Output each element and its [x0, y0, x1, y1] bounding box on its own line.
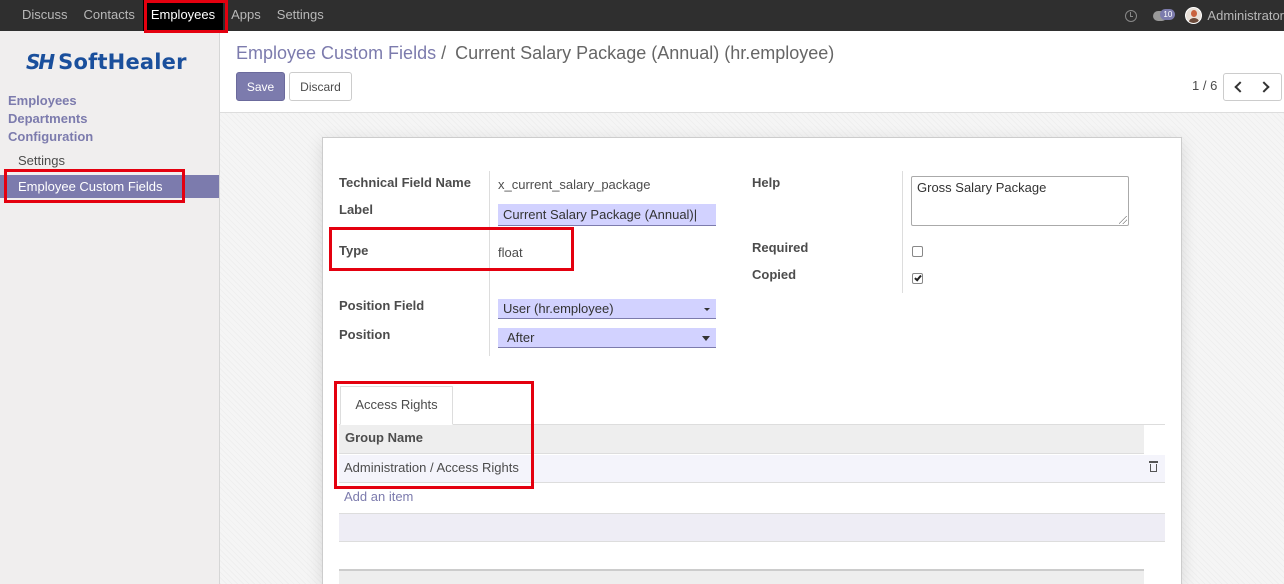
position-field-label: Position Field: [339, 298, 425, 313]
label-field-label: Label: [339, 202, 373, 217]
checkmark-icon: [914, 273, 922, 282]
chat-bubble-icon[interactable]: 10: [1153, 8, 1176, 21]
sidebar-item-employee-custom-fields[interactable]: Employee Custom Fields: [0, 175, 219, 198]
label-column-divider: [489, 171, 490, 356]
copied-label: Copied: [752, 267, 797, 282]
type-value: float: [498, 245, 523, 260]
technical-field-name-value: x_current_salary_package: [498, 177, 651, 192]
sidebar-section-employees[interactable]: Employees: [8, 93, 77, 108]
label-input-value: Current Salary Package (Annual): [503, 207, 694, 222]
help-textarea[interactable]: Gross Salary Package: [911, 176, 1129, 226]
required-label: Required: [752, 240, 809, 255]
app-menu: Discuss Contacts Employees Apps Settings: [14, 0, 332, 31]
table-header-group-name[interactable]: Group Name: [339, 425, 1144, 454]
chevron-right-icon: [1258, 81, 1270, 93]
position-value: After: [507, 330, 535, 345]
systray: 10 Administrator: [1125, 0, 1284, 31]
position-field-value: User (hr.employee): [503, 301, 614, 316]
company-logo: SH SoftHealer: [26, 49, 187, 75]
caret-down-icon: [702, 336, 710, 341]
table-row[interactable]: Administration / Access Rights: [339, 455, 1165, 483]
breadcrumb-separator: /: [441, 43, 447, 63]
resize-grip-icon[interactable]: [1119, 216, 1127, 224]
logo-mark: SH: [26, 50, 55, 74]
right-column-divider: [902, 171, 903, 293]
table-footer: [339, 569, 1144, 584]
chevron-left-icon: [1234, 81, 1246, 93]
breadcrumb-parent[interactable]: Employee Custom Fields: [236, 43, 436, 63]
menu-settings[interactable]: Settings: [269, 0, 332, 31]
breadcrumb: Employee Custom Fields / Current Salary …: [236, 43, 834, 64]
position-select[interactable]: After: [498, 328, 716, 348]
caret-down-icon: [704, 308, 710, 311]
help-value: Gross Salary Package: [917, 180, 1047, 195]
save-button[interactable]: Save: [236, 72, 285, 101]
type-label: Type: [339, 243, 369, 258]
add-item-link[interactable]: Add an item: [344, 489, 413, 504]
discard-button[interactable]: Discard: [289, 72, 352, 101]
copied-checkbox[interactable]: [912, 273, 923, 284]
tab-access-rights[interactable]: Access Rights: [340, 386, 453, 425]
sidebar-section-departments[interactable]: Departments: [8, 111, 87, 126]
menu-contacts[interactable]: Contacts: [76, 0, 143, 31]
breadcrumb-current: Current Salary Package (Annual) (hr.empl…: [455, 43, 835, 63]
menu-discuss[interactable]: Discuss: [14, 0, 76, 31]
user-avatar[interactable]: [1185, 7, 1203, 24]
pager-value[interactable]: 1 / 6: [1192, 78, 1217, 93]
sidebar-section-configuration[interactable]: Configuration: [8, 129, 93, 144]
table-empty-row: [339, 513, 1165, 542]
help-label: Help: [752, 175, 781, 190]
position-field-select[interactable]: User (hr.employee): [498, 299, 716, 319]
trash-icon[interactable]: [1149, 461, 1158, 472]
required-checkbox[interactable]: [912, 246, 923, 257]
menu-apps[interactable]: Apps: [223, 0, 269, 31]
logo-text: SoftHealer: [58, 50, 187, 74]
label-input[interactable]: Current Salary Package (Annual)|: [498, 204, 716, 226]
sidebar-item-settings[interactable]: Settings: [0, 149, 219, 172]
menu-employees[interactable]: Employees: [142, 0, 224, 31]
user-menu-name[interactable]: Administrator: [1207, 8, 1284, 23]
technical-field-name-label: Technical Field Name: [339, 175, 471, 190]
chat-count-badge: 10: [1160, 8, 1176, 20]
activity-clock-icon[interactable]: [1125, 9, 1138, 22]
pager-previous-button[interactable]: [1223, 73, 1253, 101]
top-navbar: Discuss Contacts Employees Apps Settings…: [0, 0, 1284, 31]
position-label: Position: [339, 327, 391, 342]
pager-next-button[interactable]: [1252, 73, 1282, 101]
